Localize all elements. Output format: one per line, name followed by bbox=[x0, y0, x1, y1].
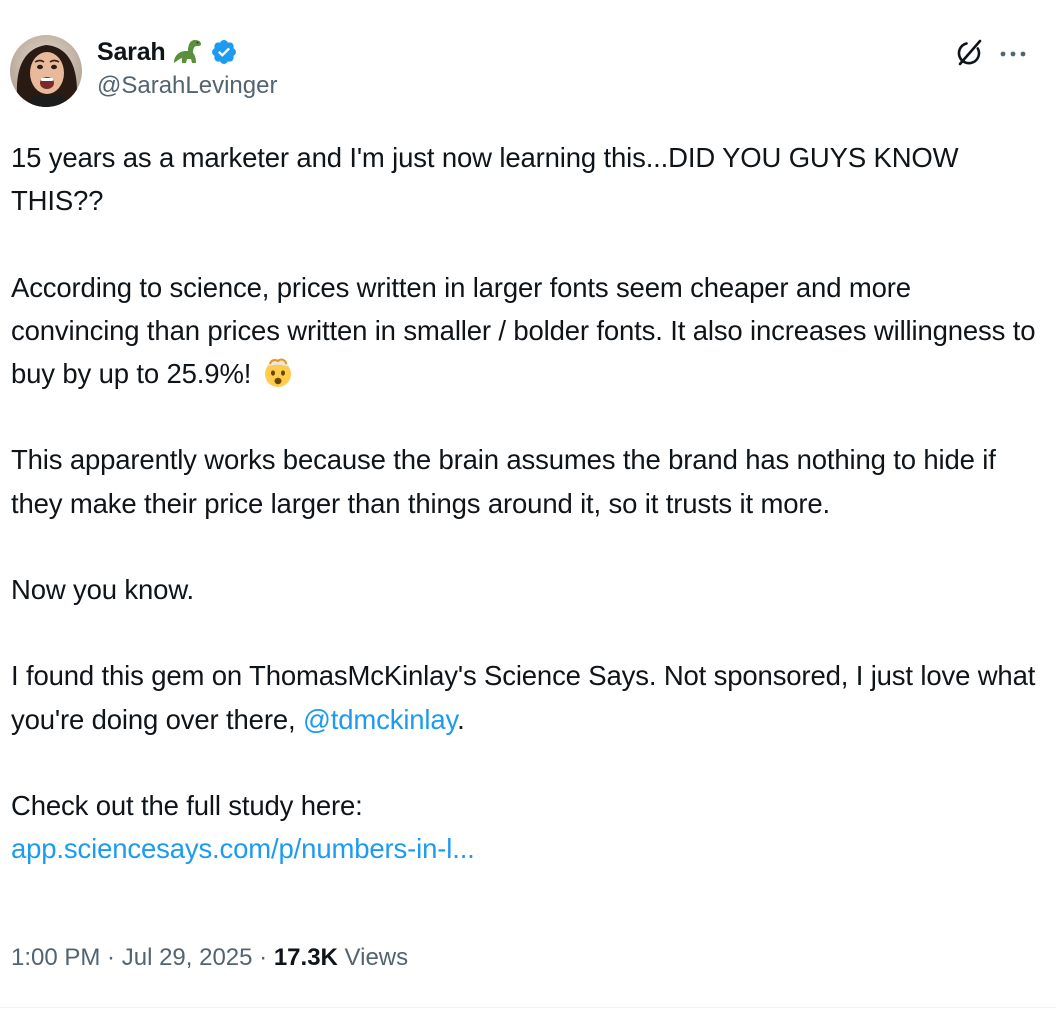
handle[interactable]: @SarahLevinger bbox=[97, 71, 277, 101]
study-link[interactable]: app.sciencesays.com/p/numbers-in-l... bbox=[11, 833, 475, 864]
tweet-paragraph-4: Now you know. bbox=[11, 573, 195, 605]
verified-badge-icon[interactable] bbox=[210, 38, 238, 66]
tweet-paragraph-3: This apparently works because the brain … bbox=[11, 444, 996, 519]
avatar-image bbox=[10, 35, 82, 107]
tweet-paragraph-5: I found this gem on ThomasMcKinlay's Sci… bbox=[11, 654, 1041, 740]
exploding-head-emoji-icon bbox=[261, 355, 295, 389]
meta-separator: · bbox=[252, 944, 274, 971]
tweet-paragraph-5-text: I found this gem on ThomasMcKinlay's Sci… bbox=[11, 660, 1036, 735]
tweet-paragraph-6-link-line: app.sciencesays.com/p/numbers-in-l... bbox=[11, 827, 1041, 870]
avatar[interactable] bbox=[10, 35, 82, 107]
views-label: Views bbox=[337, 944, 409, 971]
tweet-paragraph-5-end: . bbox=[457, 703, 465, 735]
mention-link[interactable]: @tdmckinlay bbox=[303, 704, 457, 735]
more-horizontal-icon[interactable] bbox=[998, 44, 1028, 64]
tweet-paragraph-2: According to science, prices written in … bbox=[11, 266, 1041, 396]
tweet-time[interactable]: 1:00 PM bbox=[11, 944, 100, 971]
tweet-paragraph-1: 15 years as a marketer and I'm just now … bbox=[11, 142, 959, 217]
tweet-body: 15 years as a marketer and I'm just now … bbox=[11, 136, 1041, 870]
sauropod-emoji-icon bbox=[172, 37, 204, 67]
grok-icon[interactable] bbox=[954, 38, 984, 68]
tweet-paragraph-2-text: According to science, prices written in … bbox=[11, 271, 1036, 389]
meta-separator: · bbox=[100, 944, 122, 971]
divider bbox=[0, 1007, 1056, 1008]
name-row: Sarah bbox=[97, 33, 277, 71]
views-count: 17.3K bbox=[273, 944, 338, 971]
tweet-date[interactable]: Jul 29, 2025 bbox=[122, 944, 253, 971]
tweet-card: Sarah @SarahLevinger 15 years as a marke… bbox=[0, 0, 1056, 1010]
tweet-meta: 1:00 PM · Jul 29, 2025 · 17.3K Views bbox=[11, 940, 408, 976]
author-block: Sarah @SarahLevinger bbox=[97, 33, 277, 101]
display-name[interactable]: Sarah bbox=[97, 38, 166, 67]
tweet-paragraph-6: Check out the full study here: bbox=[11, 789, 363, 821]
